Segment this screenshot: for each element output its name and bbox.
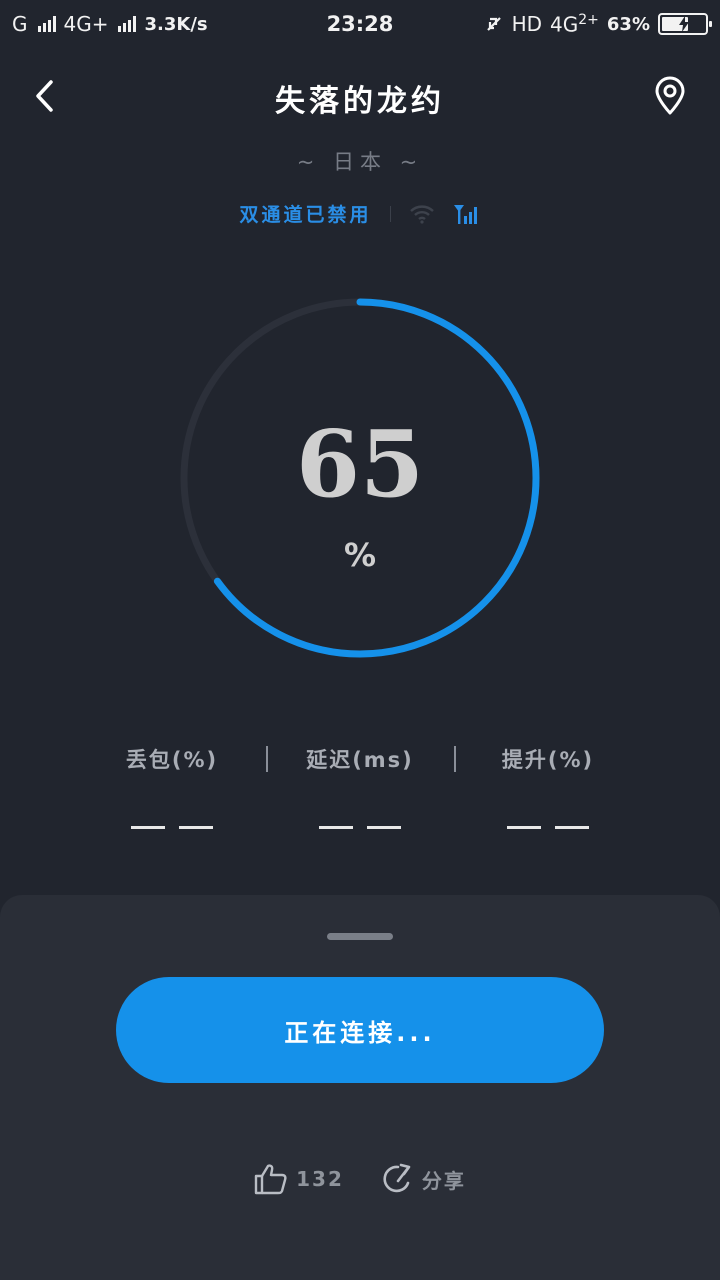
sheet-drag-handle[interactable] <box>327 933 393 940</box>
cellular-signal-icon[interactable] <box>453 203 481 225</box>
network-type-label: 4G <box>550 12 579 37</box>
share-icon <box>383 1163 411 1193</box>
connection-progress-ring: 65 % <box>180 298 540 658</box>
latency-label: 延迟(ms) <box>306 748 414 772</box>
packet-loss-placeholder <box>131 826 213 829</box>
network-speed: 3.3K/s <box>144 13 208 35</box>
stat-latency: 延迟(ms) <box>266 740 454 829</box>
page-title: 失落的龙约 <box>275 84 445 119</box>
latency-placeholder <box>319 826 401 829</box>
channel-status: 双通道已禁用 <box>0 200 720 227</box>
status-right: HD 4G2+ 63% <box>484 12 712 37</box>
signal-bars-icon-2 <box>118 16 137 32</box>
boost-placeholder <box>507 826 589 829</box>
bottom-sheet: 正在连接... 132 分享 <box>0 895 720 1280</box>
like-count: 132 <box>296 1167 344 1191</box>
boost-label: 提升(%) <box>501 748 595 772</box>
battery-icon <box>658 13 712 35</box>
region-label: ~ 日本 ~ <box>296 150 424 174</box>
like-button[interactable]: 132 <box>254 1163 344 1195</box>
header: 失落的龙约 <box>0 60 720 136</box>
stat-packet-loss: 丢包(%) <box>78 740 266 829</box>
dual-channel-status: 双通道已禁用 <box>239 204 372 226</box>
packet-loss-label: 丢包(%) <box>125 748 219 772</box>
progress-unit: % <box>343 536 377 574</box>
progress-value: 65 <box>295 410 425 518</box>
share-button[interactable]: 分享 <box>382 1163 466 1195</box>
share-label: 分享 <box>421 1168 466 1193</box>
thumbs-up-icon <box>254 1164 287 1195</box>
carrier-1: G <box>12 12 28 36</box>
map-pin-icon <box>655 76 685 115</box>
mute-icon <box>486 17 501 31</box>
stat-boost: 提升(%) <box>454 740 642 829</box>
status-left: G 4G+ 3.3K/s <box>12 12 208 36</box>
network-type: 4G2+ <box>550 12 599 37</box>
location-button[interactable] <box>648 74 692 118</box>
network-type-sub: 2+ <box>578 11 599 28</box>
carrier-2: 4G+ <box>63 12 109 36</box>
connect-button[interactable]: 正在连接... <box>116 977 604 1083</box>
stats-row: 丢包(%) 延迟(ms) 提升(%) <box>78 740 642 829</box>
hd-badge: HD <box>511 12 543 36</box>
signal-bars-icon <box>37 16 56 32</box>
social-actions: 132 分享 <box>0 1163 720 1195</box>
app-screen: G 4G+ 3.3K/s 23:28 HD 4G2+ 63% 失落的龙约 ~ 日… <box>0 0 720 1280</box>
channel-divider <box>389 205 391 222</box>
wifi-icon[interactable] <box>409 203 435 225</box>
battery-percent: 63% <box>606 13 650 35</box>
status-bar: G 4G+ 3.3K/s 23:28 HD 4G2+ 63% <box>0 0 720 48</box>
